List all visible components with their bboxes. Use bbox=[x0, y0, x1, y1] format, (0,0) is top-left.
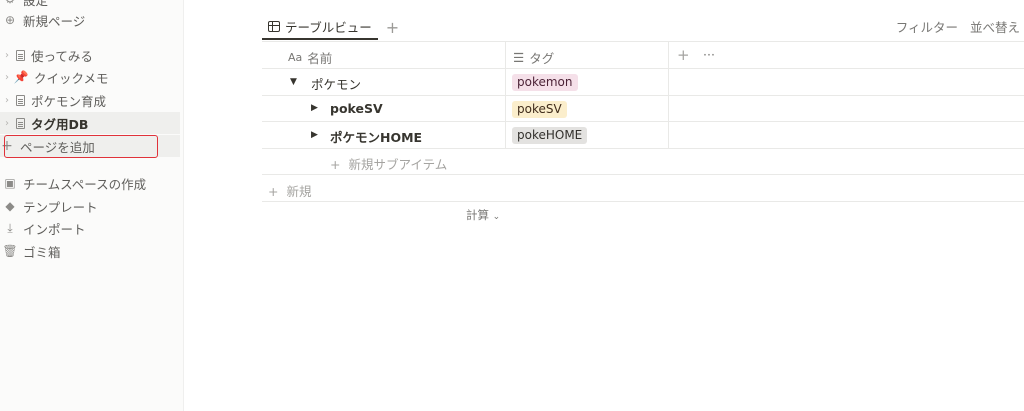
sidebar-item-label: 新規ページ bbox=[23, 13, 86, 29]
divider bbox=[262, 121, 1024, 122]
sidebar-item-label: 使ってみる bbox=[31, 48, 93, 64]
template-shapes-icon: ◆ bbox=[5, 199, 15, 213]
sidebar-item-new-page[interactable]: ⊕ 新規ページ bbox=[0, 9, 180, 31]
add-view-icon[interactable]: + bbox=[386, 18, 399, 37]
chevron-right-icon[interactable]: › bbox=[2, 72, 12, 83]
column-divider bbox=[505, 41, 506, 148]
sidebar-item-label: 設定 bbox=[23, 0, 49, 8]
chevron-right-icon[interactable]: › bbox=[2, 95, 12, 106]
pushpin-icon: 📌 bbox=[13, 70, 29, 84]
sort-button[interactable]: 並べ替え bbox=[970, 17, 1020, 36]
divider bbox=[262, 41, 1024, 42]
divider bbox=[262, 201, 1024, 202]
highlight-annotation bbox=[4, 135, 158, 158]
sidebar-page-tsukattemiru[interactable]: › 使ってみる bbox=[0, 44, 180, 66]
table-icon bbox=[268, 20, 280, 32]
plus-circle-icon: ⊕ bbox=[4, 13, 16, 27]
sidebar-item-import[interactable]: ⤓ インポート bbox=[0, 217, 180, 239]
chevron-right-icon[interactable]: › bbox=[2, 118, 12, 129]
divider bbox=[262, 148, 1024, 149]
document-icon bbox=[16, 49, 25, 61]
download-icon: ⤓ bbox=[7, 220, 13, 235]
sidebar: ⚙ 設定 ⊕ 新規ページ › 使ってみる › 📌 クイックメモ › ポケモン育成… bbox=[0, 0, 184, 411]
column-divider bbox=[668, 41, 669, 148]
toggle-collapse-icon[interactable]: ▼ bbox=[290, 77, 297, 87]
trash-icon: 🗑 bbox=[2, 244, 18, 258]
column-header-tag[interactable]: ☰ タグ bbox=[513, 48, 554, 67]
filter-button[interactable]: フィルター bbox=[896, 17, 958, 36]
team-icon: ▣ bbox=[4, 176, 16, 190]
column-header-name[interactable]: Aa 名前 bbox=[288, 48, 332, 67]
sidebar-page-quick-memo[interactable]: › 📌 クイックメモ bbox=[0, 66, 180, 88]
toolbar: フィルター 並べ替え bbox=[896, 17, 1020, 36]
tab-table-view[interactable]: テーブルビュー bbox=[262, 14, 378, 40]
document-icon bbox=[16, 117, 25, 129]
document-icon bbox=[16, 94, 25, 106]
sidebar-item-create-teamspace[interactable]: ▣ チームスペースの作成 bbox=[0, 172, 180, 194]
tag-badge[interactable]: pokeHOME bbox=[512, 127, 588, 144]
new-sub-item-button[interactable]: + 新規サブアイテム bbox=[330, 154, 447, 173]
sidebar-item-label: チームスペースの作成 bbox=[23, 176, 147, 192]
tab-label: テーブルビュー bbox=[285, 19, 372, 35]
tag-badge[interactable]: pokeSV bbox=[512, 101, 567, 118]
column-header-label: タグ bbox=[529, 51, 555, 66]
sidebar-page-tag-db[interactable]: › タグ用DB bbox=[0, 112, 180, 134]
sidebar-item-label: ポケモン育成 bbox=[31, 93, 107, 109]
plus-icon: + bbox=[330, 157, 341, 172]
chevron-down-icon: ⌄ bbox=[492, 212, 501, 222]
list-property-icon: ☰ bbox=[513, 50, 525, 65]
more-options-button[interactable]: ··· bbox=[703, 47, 715, 62]
sidebar-page-pokemon-ikusei[interactable]: › ポケモン育成 bbox=[0, 89, 180, 111]
sidebar-item-label: ゴミ箱 bbox=[23, 244, 61, 260]
chevron-right-icon[interactable]: › bbox=[2, 50, 12, 61]
new-row-label: 新規 bbox=[286, 184, 312, 199]
calculate-button[interactable]: 計算 ⌄ bbox=[466, 207, 500, 223]
row-name[interactable]: ポケモン bbox=[311, 74, 361, 93]
sidebar-item-templates[interactable]: ◆ テンプレート bbox=[0, 195, 180, 217]
plus-icon: + bbox=[268, 184, 279, 199]
row-name[interactable]: pokeSV bbox=[330, 101, 383, 116]
sidebar-item-label: インポート bbox=[23, 221, 86, 237]
column-header-label: 名前 bbox=[307, 51, 333, 66]
divider bbox=[262, 174, 1024, 175]
toggle-expand-icon[interactable]: ▶ bbox=[311, 103, 318, 113]
row-name[interactable]: ポケモンHOME bbox=[330, 127, 422, 146]
text-property-icon: Aa bbox=[288, 51, 303, 64]
toggle-expand-icon[interactable]: ▶ bbox=[311, 130, 318, 140]
view-tabs: テーブルビュー + bbox=[262, 14, 399, 40]
new-sub-item-label: 新規サブアイテム bbox=[348, 157, 448, 172]
add-property-button[interactable]: + bbox=[677, 46, 690, 64]
tag-badge[interactable]: pokemon bbox=[512, 74, 578, 91]
gear-icon: ⚙ bbox=[3, 0, 17, 6]
sidebar-item-label: クイックメモ bbox=[34, 70, 109, 86]
sidebar-item-label: テンプレート bbox=[23, 199, 98, 215]
calculate-label: 計算 bbox=[466, 208, 489, 222]
new-row-button[interactable]: + 新規 bbox=[268, 181, 311, 200]
divider bbox=[262, 68, 1024, 69]
sidebar-item-trash[interactable]: 🗑 ゴミ箱 bbox=[0, 240, 180, 262]
divider bbox=[262, 95, 1024, 96]
sidebar-item-label: タグ用DB bbox=[31, 116, 89, 132]
